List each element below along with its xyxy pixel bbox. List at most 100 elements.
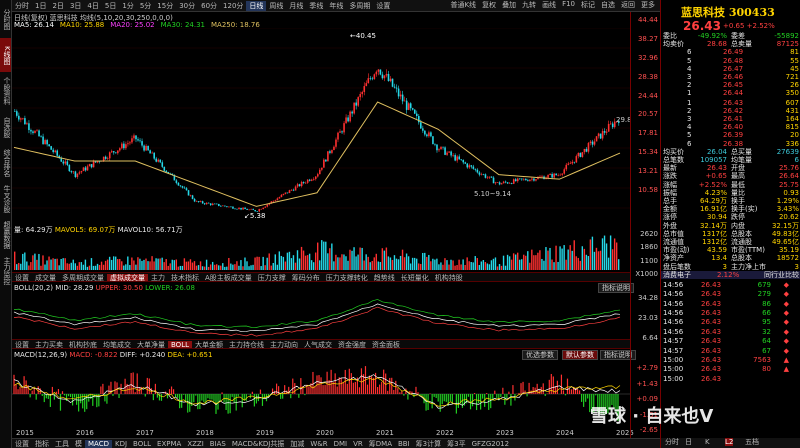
indicator-tab[interactable]: 机构持股 — [432, 274, 466, 281]
default-params-button[interactable]: 默认参数 — [562, 350, 598, 360]
indicator-tab[interactable]: 成交量 — [32, 274, 59, 281]
indicator-tab[interactable]: 大单净量 — [134, 341, 168, 348]
period-tab[interactable]: 5日 — [102, 1, 119, 11]
indicator-tab[interactable]: 设置 — [12, 274, 32, 281]
period-tab[interactable]: 5分 — [137, 1, 154, 11]
volume-bar — [203, 266, 206, 270]
period-tab[interactable]: 2日 — [49, 1, 66, 11]
indicator-tab[interactable]: 主力动向 — [267, 341, 301, 348]
period-tab[interactable]: 3日 — [67, 1, 84, 11]
volume-chart[interactable] — [12, 232, 630, 270]
indicator-tab[interactable]: 压力支撑转化 — [323, 274, 371, 281]
bottom-indicator-tab[interactable]: XZZI — [184, 440, 206, 448]
indicator-tab[interactable]: 趋势线 — [371, 274, 398, 281]
indicator-tab[interactable]: 技术指标 — [168, 274, 202, 281]
period-tab[interactable]: 季线 — [306, 1, 326, 11]
toolbar-tool-button[interactable]: 复权 — [479, 0, 499, 10]
indicator-tab[interactable]: BOLL — [168, 341, 192, 348]
period-tab[interactable]: 多周期 — [346, 1, 373, 11]
boll-help-button[interactable]: 指标说明 — [598, 283, 634, 293]
bottom-indicator-tab[interactable]: 筹DMA — [366, 440, 395, 448]
indicator-tab[interactable]: 均笔成交 — [100, 341, 134, 348]
bottom-indicator-tab[interactable]: MACD&KDJ共振 — [229, 440, 288, 448]
indicator-tab[interactable]: 虚拟成交量 — [107, 274, 148, 281]
bottom-indicator-tab[interactable]: DMI — [331, 440, 351, 448]
toolbar-tool-button[interactable]: F10 — [559, 0, 578, 10]
panel-footer-tab[interactable]: 分时 — [665, 438, 679, 446]
period-tab[interactable]: 月线 — [286, 1, 306, 11]
indicator-tab[interactable]: 长短量化 — [398, 274, 432, 281]
toolbar-tool-button[interactable]: 叠加 — [499, 0, 519, 10]
indicator-tab[interactable]: 机构抄底 — [66, 341, 100, 348]
panel-footer-tab[interactable]: K — [705, 438, 710, 446]
macd-chart[interactable] — [12, 360, 630, 428]
bottom-indicator-tab[interactable]: KDJ — [112, 440, 130, 448]
rail-button[interactable]: 综合排名 — [0, 146, 11, 180]
bottom-indicator-tab[interactable]: 指标 — [32, 440, 52, 448]
rail-button[interactable]: 个股资料 — [0, 74, 11, 108]
period-tab[interactable]: 120分 — [220, 1, 246, 11]
indicator-tab[interactable]: 资金面板 — [369, 341, 403, 348]
panel-footer-tab[interactable]: L2 — [725, 438, 734, 446]
indicator-tab[interactable]: 压力支撑 — [255, 274, 289, 281]
rail-button[interactable]: K线图 — [0, 38, 11, 72]
bottom-indicator-tab[interactable]: 筹3平 — [444, 440, 468, 448]
bottom-indicator-tab[interactable]: MACD — [85, 440, 112, 448]
period-tab[interactable]: 4日 — [84, 1, 101, 11]
period-tab[interactable]: 年线 — [326, 1, 346, 11]
sector-compare-link[interactable]: 同行业比较 — [764, 271, 799, 279]
period-tab[interactable]: 设置 — [373, 1, 393, 11]
indicator-tab[interactable]: 大单金额 — [192, 341, 226, 348]
toolbar-tool-button[interactable]: 画线 — [539, 0, 559, 10]
period-tab[interactable]: 30分 — [176, 1, 198, 11]
rail-button[interactable]: 自选股 — [0, 110, 11, 144]
period-tab[interactable]: 60分 — [198, 1, 220, 11]
period-tab[interactable]: 1日 — [32, 1, 49, 11]
boll-chart[interactable] — [12, 293, 630, 337]
bottom-indicator-tab[interactable]: 筹3计算 — [413, 440, 444, 448]
toolbar-tool-button[interactable]: 九转 — [519, 0, 539, 10]
sector-row[interactable]: 消费电子 2.12% 同行业比较 — [661, 270, 800, 279]
rail-button[interactable]: 牛叉诊股 — [0, 182, 11, 216]
rail-button[interactable]: 分时图 — [0, 2, 11, 36]
bottom-indicator-tab[interactable]: 加减 — [287, 440, 307, 448]
bottom-indicator-tab[interactable]: EXPMA — [154, 440, 184, 448]
indicator-tab[interactable]: 主力 — [148, 274, 168, 281]
toolbar-tool-button[interactable]: 标记 — [578, 0, 598, 10]
bottom-indicator-tab[interactable]: 工具 — [52, 440, 72, 448]
indicator-tab[interactable]: 多周期成交量 — [59, 274, 107, 281]
toolbar-tool-button[interactable]: 自选 — [598, 0, 618, 10]
indicator-tab[interactable]: 筹码分布 — [289, 274, 323, 281]
rail-button[interactable]: 主力监控 — [0, 254, 11, 288]
optimized-params-button[interactable]: 优选参数 — [522, 350, 558, 360]
period-tab[interactable]: 分时 — [12, 1, 32, 11]
indicator-tab[interactable]: 人气成交 — [301, 341, 335, 348]
panel-footer-tab[interactable]: 五档 — [745, 438, 759, 446]
panel-footer-tab[interactable]: 日 — [685, 438, 692, 446]
bottom-indicator-tab[interactable]: BIAS — [207, 440, 229, 448]
bottom-indicator-tab[interactable]: VR — [350, 440, 366, 448]
toolbar-tool-button[interactable]: 返回 — [618, 0, 638, 10]
indicator-tab[interactable]: 主力持仓线 — [226, 341, 267, 348]
price-chart[interactable]: ←40.45 ↙5.38 5.10~9.14 29.8 — [12, 28, 630, 224]
period-tab[interactable]: 日线 — [246, 0, 267, 11]
indicator-tab[interactable]: 主力买卖 — [32, 341, 66, 348]
toolbar-tool-button[interactable]: 更多 — [638, 0, 658, 10]
volume-bar — [440, 262, 442, 270]
volume-bar — [359, 247, 361, 270]
period-tab[interactable]: 15分 — [154, 1, 176, 11]
indicator-tab[interactable]: 设置 — [12, 341, 32, 348]
rail-button[interactable]: 超赢数据 — [0, 218, 11, 252]
indicator-tab[interactable]: 资金强度 — [335, 341, 369, 348]
bottom-indicator-tab[interactable]: W&R — [307, 440, 330, 448]
bottom-indicator-tab[interactable]: BOLL — [130, 440, 154, 448]
indicator-tab[interactable]: A股主板成交量 — [202, 274, 255, 281]
bottom-indicator-tab[interactable]: BBI — [395, 440, 413, 448]
bottom-indicator-tab[interactable]: 设置 — [12, 440, 32, 448]
bottom-indicator-tab[interactable]: 模 — [72, 440, 85, 448]
bottom-indicator-tab[interactable]: GFZG2012 — [469, 440, 513, 448]
period-tab[interactable]: 1分 — [119, 1, 136, 11]
toolbar-tool-button[interactable]: 普通K线 — [447, 0, 479, 10]
period-tab[interactable]: 周线 — [266, 1, 286, 11]
tick-volume: 32 — [762, 327, 771, 336]
